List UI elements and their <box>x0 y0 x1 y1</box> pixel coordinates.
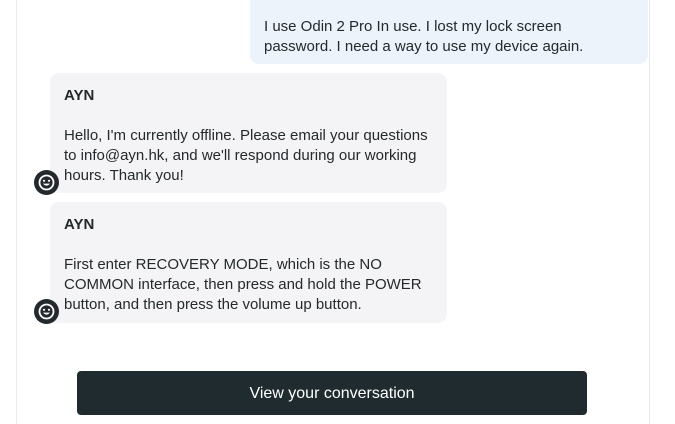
view-conversation-button[interactable]: View your conversation <box>77 371 587 415</box>
agent-sender-name: AYN <box>64 87 95 104</box>
agent-message-text: Hello, I'm currently offline. Please ema… <box>64 127 428 184</box>
smiley-face-icon <box>34 170 59 195</box>
user-message-text: I use Odin 2 Pro In use. I lost my lock … <box>264 18 584 55</box>
smiley-face-icon <box>34 299 59 324</box>
agent-sender-name: AYN <box>64 216 95 233</box>
chat-panel: I use Odin 2 Pro In use. I lost my lock … <box>16 0 650 424</box>
user-message-bubble: I use Odin 2 Pro In use. I lost my lock … <box>250 0 648 64</box>
agent-message-bubble: AYN First enter RECOVERY MODE, which is … <box>50 202 447 323</box>
agent-message-text: First enter RECOVERY MODE, which is the … <box>64 256 422 313</box>
agent-message-bubble: AYN Hello, I'm currently offline. Please… <box>50 73 447 193</box>
